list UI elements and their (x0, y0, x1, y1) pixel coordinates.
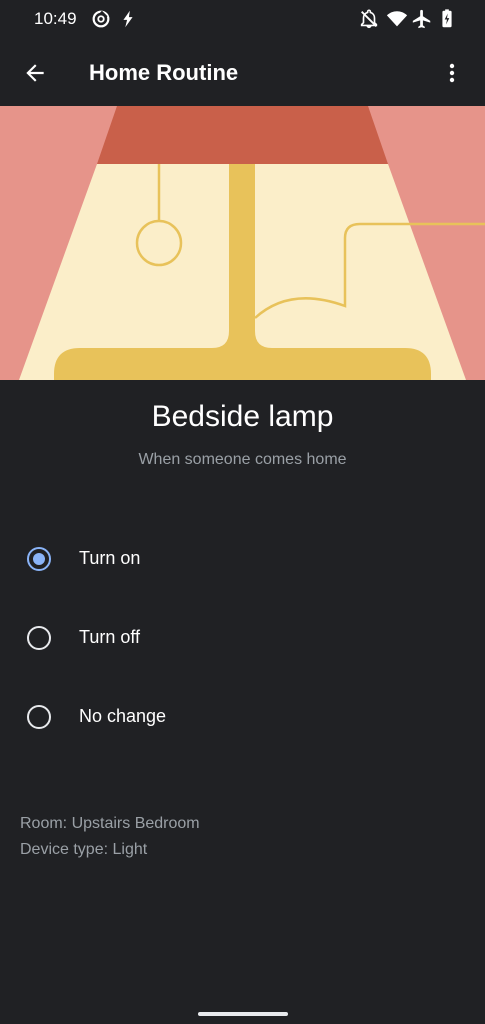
lamp-illustration (0, 106, 485, 380)
wifi-icon (386, 11, 408, 27)
radio-button-checked[interactable] (27, 547, 51, 571)
option-no-change[interactable]: No change (0, 678, 485, 757)
room-label: Room: Upstairs Bedroom (20, 815, 200, 832)
screen: 10:49 Home Routine Bedside lamp When som… (0, 0, 485, 1024)
notifications-off-icon (360, 9, 378, 29)
app-bar: Home Routine (0, 40, 485, 106)
option-label: No change (79, 706, 167, 726)
status-bar: 10:49 (0, 0, 485, 40)
arrow-back-icon (26, 64, 44, 82)
airplane-icon (412, 9, 431, 29)
device-name: Bedside lamp (151, 400, 334, 433)
device-type-label: Device type: Light (20, 841, 148, 858)
page-title: Home Routine (89, 60, 239, 85)
radio-button[interactable] (27, 705, 51, 729)
status-time: 10:49 (34, 9, 77, 28)
option-turn-on[interactable]: Turn on (0, 520, 485, 599)
more-options-button[interactable] (431, 52, 473, 94)
device-subtitle: When someone comes home (138, 451, 347, 468)
option-turn-off[interactable]: Turn off (0, 599, 485, 678)
data-saver-icon (92, 10, 110, 28)
option-label: Turn off (79, 627, 141, 647)
radio-button[interactable] (27, 626, 51, 650)
battery-icon (442, 9, 452, 28)
option-label: Turn on (79, 548, 141, 568)
device-meta: Room: Upstairs Bedroom Device type: Ligh… (20, 811, 200, 863)
more-vert-icon (449, 63, 455, 83)
flash-icon (123, 10, 133, 28)
home-gesture-bar[interactable] (198, 1012, 288, 1016)
back-button[interactable] (14, 52, 56, 94)
action-options: Turn on Turn off No change (0, 520, 485, 757)
